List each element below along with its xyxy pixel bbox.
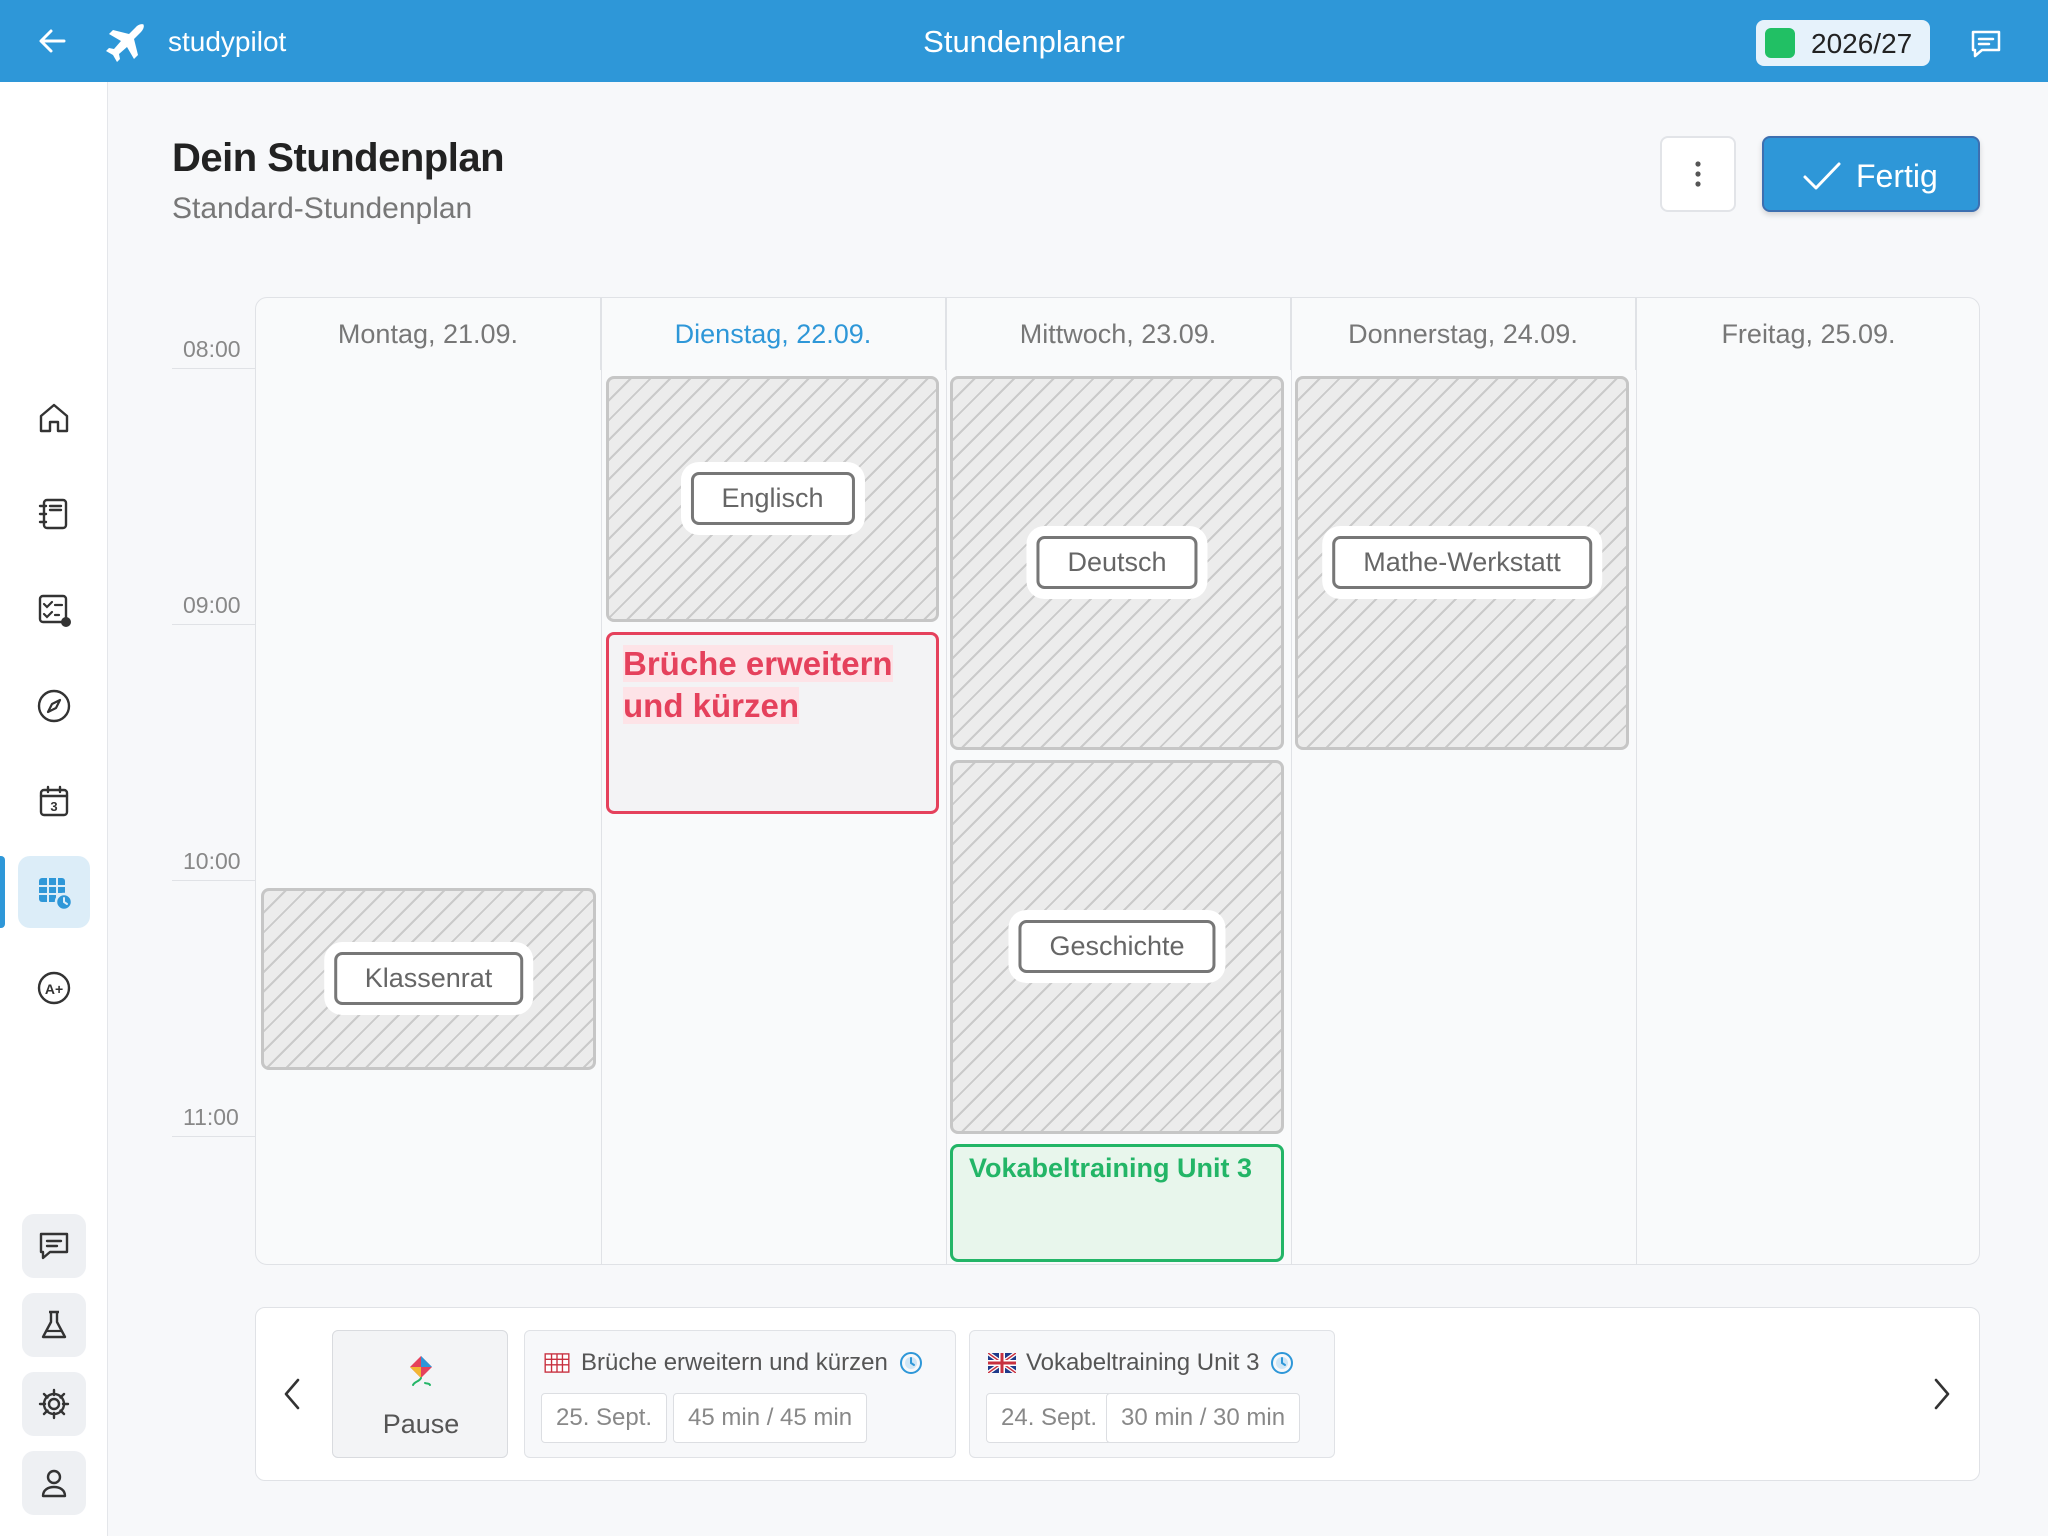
lesson-label: Klassenrat xyxy=(333,952,524,1005)
airplane-logo-icon xyxy=(106,24,144,62)
grades-icon-label: A+ xyxy=(45,981,63,997)
school-year-selector[interactable]: 2026/27 xyxy=(1756,20,1930,66)
lesson-label: Deutsch xyxy=(1036,536,1198,589)
lesson-englisch[interactable]: Englisch xyxy=(606,376,939,622)
day-divider xyxy=(946,298,947,1264)
task-title-text: Brüche erweitern und kürzen xyxy=(623,645,893,724)
settings-icon xyxy=(38,1388,70,1420)
chevron-left-icon[interactable] xyxy=(278,1374,308,1414)
sidebar-item-timetable[interactable] xyxy=(18,856,90,928)
kebab-menu-icon xyxy=(1695,161,1701,187)
profile-icon xyxy=(41,1469,67,1498)
sidebar-item-chat[interactable] xyxy=(22,1214,86,1278)
flask-icon xyxy=(41,1310,67,1339)
tray-task-duration: 30 min / 30 min xyxy=(1106,1393,1301,1443)
grades-icon: A+ xyxy=(37,971,71,1005)
time-label-0800: 08:00 xyxy=(183,336,241,362)
tray-task-head: Vokabeltraining Unit 3 xyxy=(988,1349,1295,1377)
chevron-right-icon[interactable] xyxy=(1926,1374,1956,1414)
day-header-monday[interactable]: Montag, 21.09. xyxy=(256,298,601,370)
sidebar-item-notebook[interactable] xyxy=(18,478,90,550)
lesson-deutsch[interactable]: Deutsch xyxy=(950,376,1284,750)
app-title: Stundenplaner xyxy=(923,24,1125,59)
checkmark-icon xyxy=(1803,162,1841,190)
lesson-label: Mathe-Werkstatt xyxy=(1332,536,1592,589)
page-subtitle: Standard-Stundenplan xyxy=(172,192,473,225)
tray-task-date: 24. Sept. xyxy=(986,1393,1113,1443)
year-color-dot xyxy=(1765,28,1795,58)
day-header-thursday[interactable]: Donnerstag, 24.09. xyxy=(1291,298,1636,370)
pause-card[interactable]: Pause xyxy=(332,1330,508,1458)
time-label-1000: 10:00 xyxy=(183,848,241,874)
lesson-mathe-werkstatt[interactable]: Mathe-Werkstatt xyxy=(1295,376,1629,750)
kite-icon xyxy=(410,1356,432,1386)
done-button[interactable]: Fertig xyxy=(1762,136,1980,212)
timetable-icon xyxy=(39,878,74,912)
day-header-friday[interactable]: Freitag, 25.09. xyxy=(1636,298,1979,370)
task-title: Brüche erweitern und kürzen xyxy=(623,643,936,727)
day-header-tuesday[interactable]: Dienstag, 22.09. xyxy=(601,298,946,370)
done-button-label: Fertig xyxy=(1856,158,1938,194)
tray-task-date: 25. Sept. xyxy=(541,1393,668,1443)
time-label-0900: 09:00 xyxy=(183,592,241,618)
sidebar-item-calendar[interactable]: 3 xyxy=(18,766,90,838)
sidebar-item-explore[interactable] xyxy=(18,670,90,742)
pause-label: Pause xyxy=(382,1409,460,1439)
tray-task-title: Vokabeltraining Unit 3 xyxy=(1026,1349,1260,1376)
feedback-chat-icon[interactable] xyxy=(1968,26,2004,62)
sidebar-item-home[interactable] xyxy=(18,382,90,454)
sidebar-item-profile[interactable] xyxy=(22,1451,86,1515)
task-title: Vokabeltraining Unit 3 xyxy=(969,1153,1253,1183)
page-title: Dein Stundenplan xyxy=(172,136,505,180)
checklist-icon xyxy=(38,594,71,627)
sidebar-item-tasks[interactable] xyxy=(18,574,90,646)
day-divider xyxy=(1636,298,1637,1264)
home-icon xyxy=(39,403,69,433)
active-indicator xyxy=(0,856,5,928)
tray-task-duration: 45 min / 45 min xyxy=(673,1393,868,1443)
task-brueche[interactable]: Brüche erweitern und kürzen xyxy=(606,632,939,814)
lesson-label: Englisch xyxy=(690,472,855,525)
uk-flag-icon xyxy=(988,1353,1016,1373)
school-year-label: 2026/27 xyxy=(1811,28,1913,59)
calendar-day-number: 3 xyxy=(50,799,57,814)
notebook-icon xyxy=(38,498,68,530)
clock-icon xyxy=(1271,1352,1294,1374)
chat-icon xyxy=(39,1232,69,1260)
day-divider xyxy=(1291,298,1292,1264)
lesson-geschichte[interactable]: Geschichte xyxy=(950,760,1284,1134)
lesson-klassenrat[interactable]: Klassenrat xyxy=(261,888,596,1070)
unscheduled-tray: Pause Brüche erweitern und kürzen 25. Se… xyxy=(255,1307,1980,1481)
day-divider xyxy=(601,298,602,1264)
sidebar-item-settings[interactable] xyxy=(22,1372,86,1436)
sidebar-item-grades[interactable]: A+ xyxy=(18,952,90,1024)
day-header-wednesday[interactable]: Mittwoch, 23.09. xyxy=(946,298,1291,370)
task-vokabeltraining[interactable]: Vokabeltraining Unit 3 xyxy=(950,1144,1284,1262)
tray-task-head: Brüche erweitern und kürzen xyxy=(543,1349,924,1377)
clock-icon xyxy=(899,1352,922,1374)
calendar-flag-icon xyxy=(544,1353,570,1373)
lesson-label: Geschichte xyxy=(1018,920,1216,973)
tray-task-card[interactable]: Vokabeltraining Unit 3 24. Sept. 30 min … xyxy=(969,1330,1335,1458)
calendar-day-icon: 3 xyxy=(39,785,69,817)
tray-task-card[interactable]: Brüche erweitern und kürzen 25. Sept. 45… xyxy=(524,1330,956,1458)
more-options-button[interactable] xyxy=(1660,136,1736,212)
back-arrow-icon[interactable] xyxy=(34,22,72,60)
top-bar: studypilot Stundenplaner 2026/27 xyxy=(0,0,2048,82)
compass-icon xyxy=(37,689,71,723)
sidebar-item-lab[interactable] xyxy=(22,1293,86,1357)
brand-name: studypilot xyxy=(168,26,287,57)
sidebar: 3 A+ xyxy=(0,82,108,1536)
time-label-1100: 11:00 xyxy=(183,1104,239,1130)
tray-task-title: Brüche erweitern und kürzen xyxy=(581,1349,888,1376)
